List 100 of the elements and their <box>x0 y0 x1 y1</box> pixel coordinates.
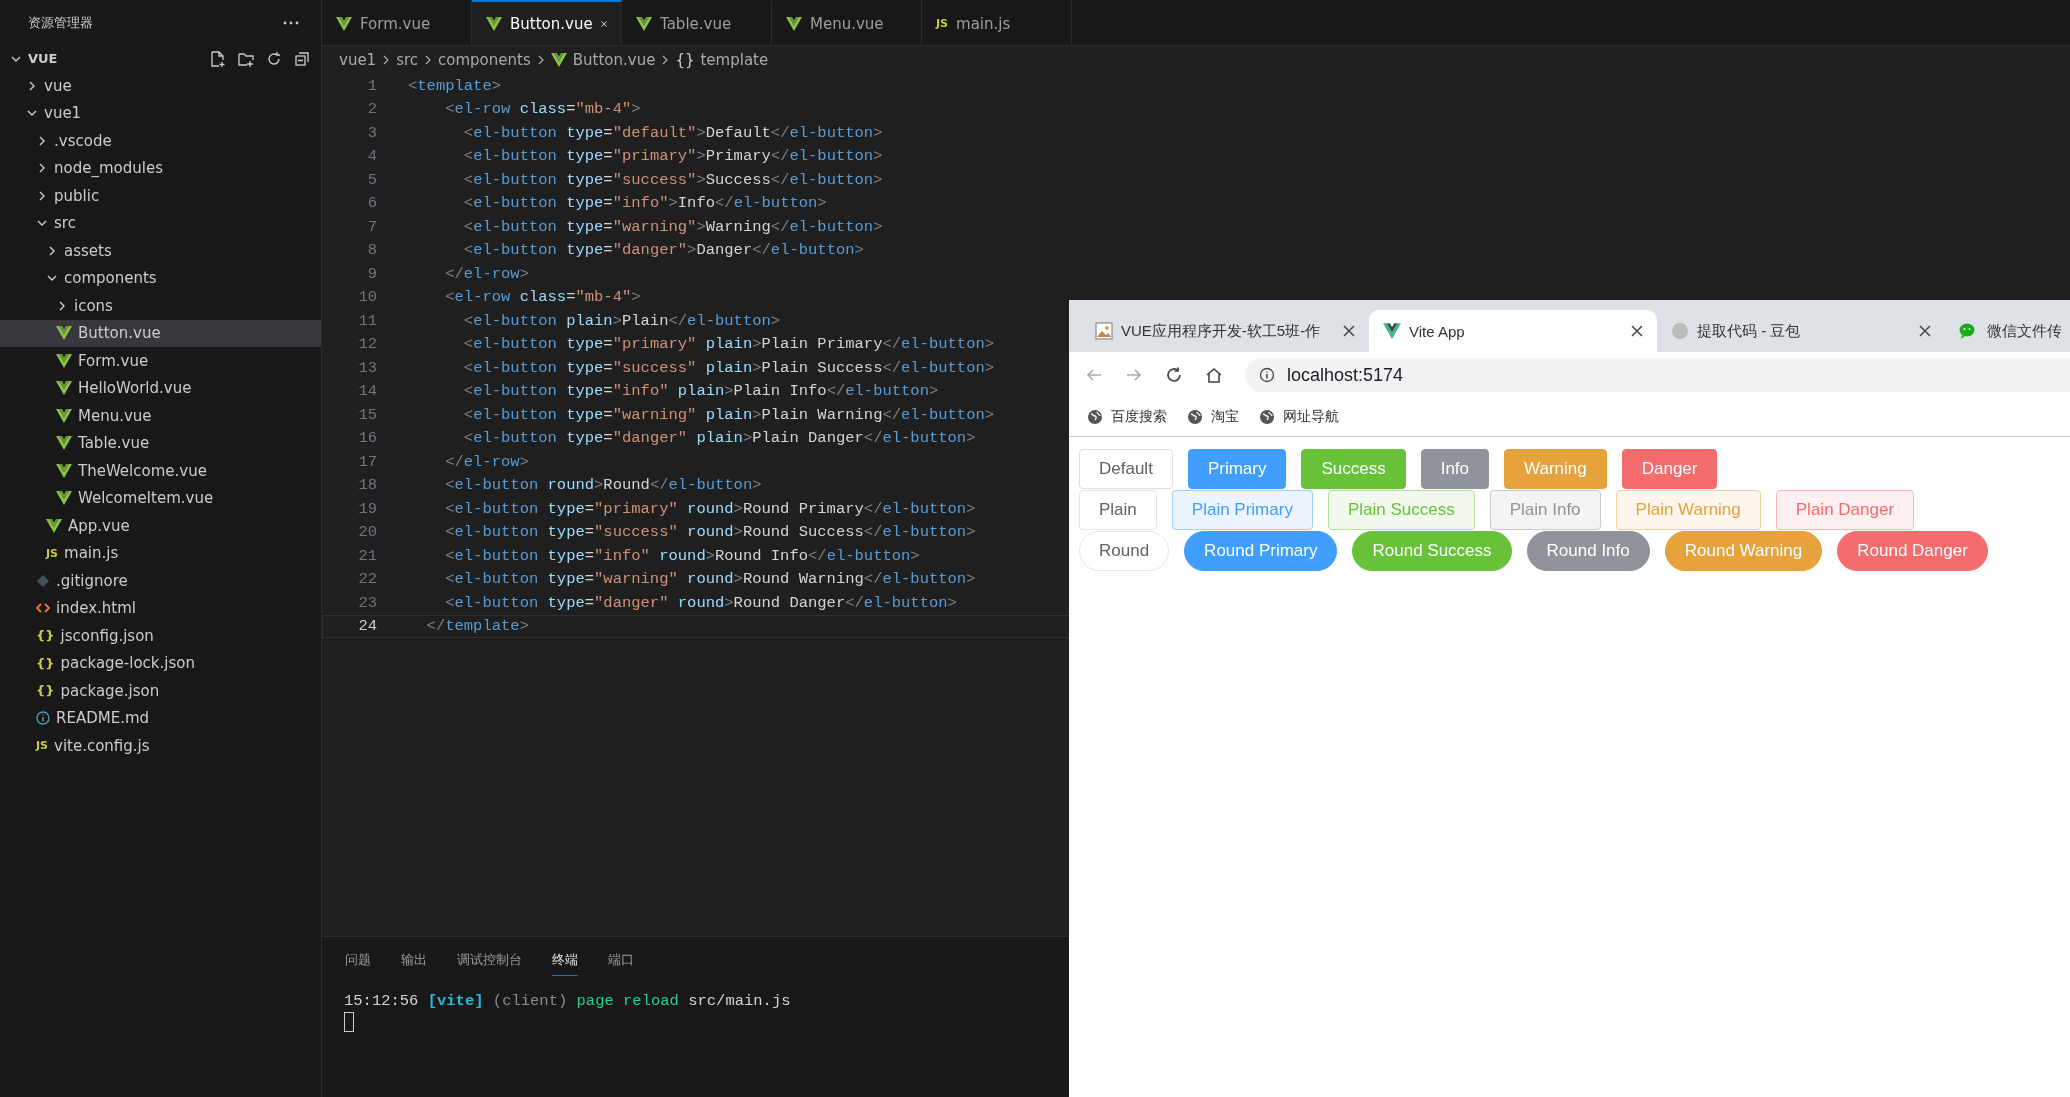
tree-item[interactable]: HelloWorld.vue <box>0 374 321 402</box>
browser-tab[interactable]: Vite App <box>1369 310 1657 352</box>
chevron-icon <box>382 54 391 66</box>
close-icon[interactable] <box>1343 325 1355 337</box>
tree-item[interactable]: JS vite.config.js <box>0 732 321 760</box>
chevron-icon <box>661 54 670 66</box>
breadcrumb-item[interactable]: vue1 <box>339 51 377 69</box>
code-line: <el-button plain>Plain</el-button> <box>462 311 781 330</box>
close-icon[interactable] <box>1631 325 1643 337</box>
panel-tab[interactable]: 端口 <box>608 951 634 976</box>
line-number: 1 <box>366 76 377 95</box>
line-number: 18 <box>357 476 377 495</box>
vue-logo-icon <box>56 326 72 341</box>
demo-button[interactable]: Plain <box>1079 490 1157 530</box>
vue-logo-icon <box>56 381 72 396</box>
tree-item[interactable]: vue <box>0 72 321 100</box>
tree-item[interactable]: {} package.json <box>0 677 321 705</box>
code-line: <el-button type="danger" round>Round Danger</el-button> <box>444 593 957 612</box>
line-number: 10 <box>357 288 377 307</box>
panel-tab[interactable]: 问题 <box>345 951 371 976</box>
new-file-icon[interactable] <box>209 49 227 68</box>
chevron-icon <box>536 54 545 66</box>
globe-icon <box>1187 409 1203 425</box>
home-icon[interactable] <box>1205 366 1223 384</box>
code-line: </template> <box>425 617 529 636</box>
line-number: 2 <box>366 100 377 119</box>
tree-item[interactable]: {} jsconfig.json <box>0 622 321 650</box>
editor-tab[interactable]: JS main.js <box>922 0 1072 45</box>
refresh-icon[interactable] <box>265 49 283 68</box>
tree-item[interactable]: Menu.vue <box>0 402 321 430</box>
browser-tab[interactable]: VUE应用程序开发-软工5班-作 <box>1081 310 1369 352</box>
code-line: <el-button type="default">Default</el-button> <box>462 123 883 142</box>
tree-item[interactable]: WelcomeItem.vue <box>0 484 321 512</box>
breadcrumb-label: template <box>700 51 769 69</box>
explorer-title: 资源管理器 <box>28 13 93 32</box>
file-type-icon: JS <box>936 17 948 30</box>
breadcrumb-label: Button.vue <box>572 51 656 69</box>
code-brackets-icon <box>36 602 50 615</box>
collapse-all-icon[interactable] <box>293 49 311 68</box>
workspace-folder[interactable]: VUE <box>28 51 58 66</box>
code-line: <el-button type="warning" round>Round Warning</el-button> <box>444 570 976 589</box>
tree-item[interactable]: vue1 <box>0 99 321 127</box>
breadcrumb-item[interactable]: Button.vue <box>550 51 656 69</box>
reload-icon[interactable] <box>1165 366 1183 384</box>
line-number: 16 <box>357 429 377 448</box>
panel-tab[interactable]: 终端 <box>552 951 578 976</box>
more-icon[interactable] <box>283 20 299 25</box>
line-number: 14 <box>357 382 377 401</box>
tree-item[interactable]: TheWelcome.vue <box>0 457 321 485</box>
breadcrumb-item[interactable]: src <box>396 51 419 69</box>
address-bar[interactable]: localhost:5174 <box>1245 358 2070 392</box>
tree-item[interactable]: node_modules <box>0 154 321 182</box>
breadcrumb-item[interactable]: {} template <box>675 51 769 69</box>
file-type-icon: {} <box>36 655 55 671</box>
tree-item[interactable]: {} package-lock.json <box>0 649 321 677</box>
panel-tab[interactable]: 输出 <box>401 951 427 976</box>
editor-tab[interactable]: Button.vue <box>472 0 622 45</box>
editor-tab[interactable]: Table.vue <box>622 0 772 45</box>
line-number: 6 <box>366 194 377 213</box>
line-number: 12 <box>357 335 377 354</box>
code-line: <el-row class="mb-4"> <box>444 288 641 307</box>
tree-item[interactable]: icons <box>0 292 321 320</box>
globe-icon <box>1259 409 1275 425</box>
info-icon <box>36 711 50 726</box>
tree-item[interactable]: .vscode <box>0 127 321 155</box>
bookmark-link[interactable]: 百度搜索 <box>1087 408 1167 426</box>
line-number: 19 <box>357 499 377 518</box>
code-line: <el-button type="danger" plain>Plain Danger</el-button> <box>462 429 976 448</box>
tree-item[interactable]: Form.vue <box>0 347 321 375</box>
tree-item[interactable]: Button.vue <box>0 319 321 347</box>
tree-item[interactable]: index.html <box>0 594 321 622</box>
tree-item[interactable]: components <box>0 264 321 292</box>
tree-item[interactable]: .gitignore <box>0 567 321 595</box>
browser-tab[interactable]: 微信文件传 <box>1945 310 2066 352</box>
code-line: </el-row> <box>444 452 529 471</box>
bookmark-link[interactable]: 淘宝 <box>1187 408 1239 426</box>
demo-button[interactable]: Default <box>1079 449 1173 489</box>
code-line: <el-button type="primary">Primary</el-button> <box>462 147 883 166</box>
tree-item[interactable]: assets <box>0 237 321 265</box>
vue-logo-icon <box>1383 323 1401 339</box>
close-icon[interactable] <box>1919 325 1931 337</box>
browser-tab[interactable]: 提取代码 - 豆包 <box>1657 310 1945 352</box>
line-number: 23 <box>357 593 377 612</box>
tree-item[interactable]: src <box>0 209 321 237</box>
tree-item[interactable]: Table.vue <box>0 429 321 457</box>
line-number: 7 <box>366 217 377 236</box>
vue-logo-icon <box>56 353 72 368</box>
avatar-icon <box>1671 322 1689 340</box>
tree-item[interactable]: README.md <box>0 704 321 732</box>
vue-logo-icon <box>56 463 72 478</box>
tree-item[interactable]: public <box>0 182 321 210</box>
demo-button[interactable]: Round <box>1079 531 1170 571</box>
breadcrumb-item[interactable]: components <box>438 51 531 69</box>
line-number: 15 <box>357 405 377 424</box>
bookmark-link[interactable]: 网址导航 <box>1259 408 1339 426</box>
file-type-icon: JS <box>36 739 48 753</box>
editor-tab[interactable]: Menu.vue <box>772 0 922 45</box>
tree-item[interactable]: JS main.js <box>0 539 321 567</box>
panel-tab[interactable]: 调试控制台 <box>457 951 522 976</box>
tree-item[interactable]: App.vue <box>0 512 321 540</box>
